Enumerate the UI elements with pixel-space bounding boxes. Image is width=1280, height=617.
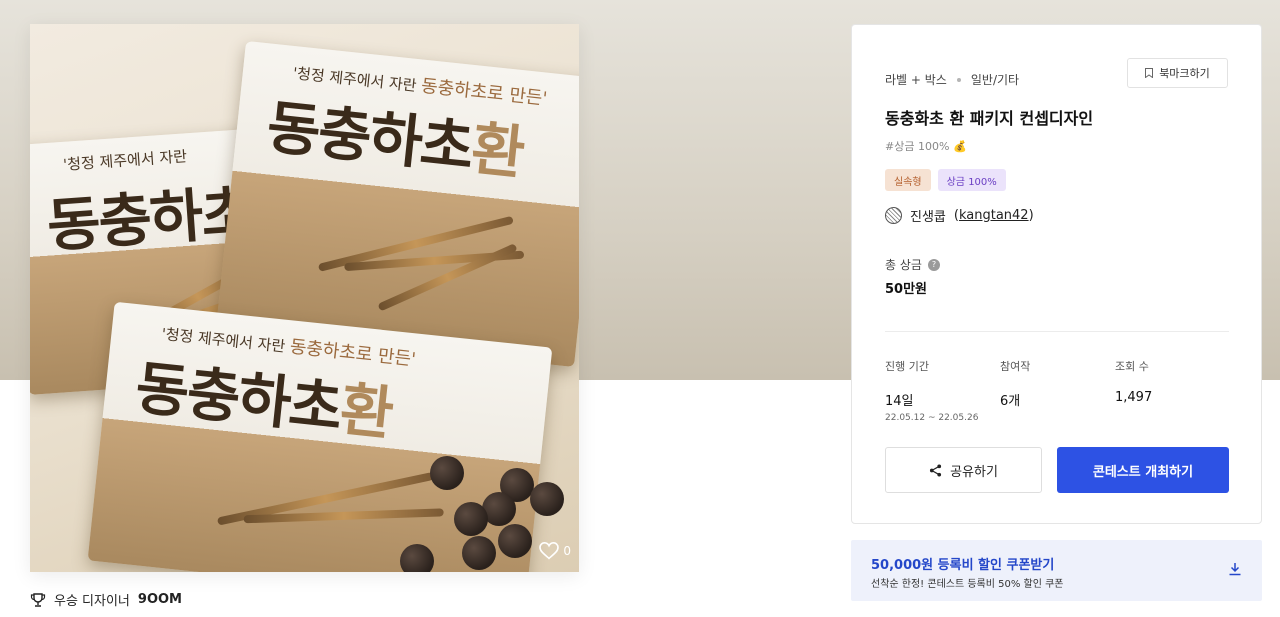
stat-value: 14일 [885,394,914,409]
total-prize-value: 50만원 [885,282,928,297]
heart-icon [539,542,560,560]
separator-dot [956,77,961,82]
breadcrumb: 라벨 + 박스 일반/기타 [885,71,1019,88]
help-icon[interactable]: ? [927,258,940,271]
contest-info-card: 라벨 + 박스 일반/기타 북마크하기 동충화초 환 패키지 컨셉디자인 #상금… [851,24,1262,524]
pill-illustration [530,482,564,516]
host-name: 진생쿱 [910,210,946,225]
money-bag-icon: 💰 [953,139,968,153]
host-handle-link[interactable]: kangtan42 [959,208,1029,223]
like-count: 0 [563,544,571,558]
share-label: 공유하기 [950,464,998,480]
herb-illustration [377,243,518,312]
bookmark-button[interactable]: 북마크하기 [1127,58,1228,88]
stat-value: 6개 [1000,394,1021,409]
pill-illustration [462,536,496,570]
winner-label: 우승 디자이너 [54,594,130,609]
stat-label: 참여작 [1000,360,1031,373]
product-image[interactable]: '청정 제주에서 자란 동충하초 '청정 제주에서 자란 동충하초로 만든' 동… [30,24,579,572]
pill-illustration [498,524,532,558]
avatar [885,207,902,224]
host-contest-button[interactable]: 콘테스트 개최하기 [1057,447,1229,493]
share-button[interactable]: 공유하기 [885,447,1042,493]
pill-illustration [400,544,434,572]
stat-value: 1,497 [1115,390,1153,405]
prize-label-text: 총 상금 [885,258,922,272]
bookmark-label: 북마크하기 [1159,67,1210,80]
stat-label: 조회 수 [1115,360,1149,373]
category-label[interactable]: 라벨 + 박스 [885,71,947,88]
like-button[interactable]: 0 [539,542,571,560]
stat-date-range: 22.05.12 ~ 22.05.26 [885,413,979,423]
stat-label: 진행 기간 [885,360,929,373]
download-icon[interactable] [1228,562,1242,576]
total-prize-label: 총 상금 ? [885,256,940,273]
badge-prize: 상금 100% [937,169,1006,191]
bookmark-icon [1145,68,1154,78]
pill-illustration [430,456,464,490]
share-icon [930,463,942,477]
subcategory-label[interactable]: 일반/기타 [971,71,1019,88]
stat-duration: 진행 기간 14일 22.05.12 ~ 22.05.26 [885,358,978,423]
coupon-description: 선착순 한정! 콘테스트 등록비 50% 할인 쿠폰 [871,579,1064,590]
winner-name[interactable]: 9OOM [138,592,182,607]
pouch-bottom: '청정 제주에서 자란 동충하초로 만든' 동충하초환 [87,301,553,572]
host-handle-wrapper: (kangtan42) [953,208,1034,223]
tagline: #상금 100% 💰 [885,138,967,154]
contest-title: 동충화초 환 패키지 컨셉디자인 [885,109,1094,128]
divider [885,331,1229,332]
trophy-icon [30,592,46,607]
stat-entries: 참여작 6개 [1000,358,1030,409]
stat-views: 조회 수 1,497 [1115,358,1152,405]
pill-illustration [454,502,488,536]
coupon-title[interactable]: 50,000원 등록비 할인 쿠폰받기 [871,554,1054,573]
host-info[interactable]: 진생쿱 (kangtan42) [885,206,1034,225]
badge-value-type: 실속형 [885,169,931,191]
winner-designer: 우승 디자이너 9OOM [30,590,182,609]
tagline-text: #상금 100% [885,140,950,153]
badge-group: 실속형 상금 100% [885,169,1006,191]
coupon-banner[interactable]: 50,000원 등록비 할인 쿠폰받기 선착순 한정! 콘테스트 등록비 50%… [851,540,1262,601]
